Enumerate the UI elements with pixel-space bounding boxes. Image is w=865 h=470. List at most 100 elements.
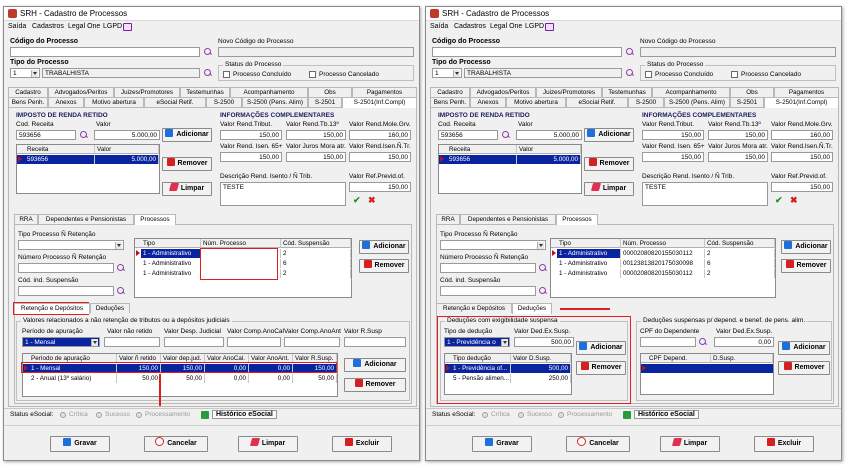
- tab-retencao-depositos[interactable]: Retenção e Depósitos: [436, 303, 512, 313]
- tipo-deducao-combo[interactable]: 1 - Previdência o: [444, 337, 510, 347]
- cancelado-checkbox[interactable]: [309, 71, 316, 78]
- chevron-down-icon[interactable]: [91, 339, 98, 346]
- ded-adicionar-button[interactable]: Adicionar: [576, 341, 626, 355]
- novo-codigo-input[interactable]: [640, 47, 836, 57]
- dependentes-grid[interactable]: CPF Depend. D.Susp.: [640, 353, 774, 395]
- gravar-button[interactable]: Gravar: [472, 436, 532, 452]
- historico-esocial-button[interactable]: Histórico eSocial: [634, 410, 699, 419]
- dep-remover-button[interactable]: Remover: [778, 361, 830, 375]
- tab-s2500-pens[interactable]: S-2500 (Pens. Alim): [242, 97, 308, 107]
- tab-advogados[interactable]: Advogados/Peritos: [48, 87, 114, 97]
- tab-acompanhamento[interactable]: Acompanhamento: [230, 87, 308, 97]
- tab-processos[interactable]: Processos: [134, 214, 176, 225]
- tab-s2501-inf-compl[interactable]: S-2501(Inf.Compl): [342, 97, 417, 108]
- table-row[interactable]: 1 - Previdência of... 500,00: [445, 364, 571, 373]
- tab-testemunhas[interactable]: Testemunhas: [180, 87, 230, 97]
- table-row[interactable]: [641, 364, 773, 373]
- isen-tr-input[interactable]: 150,00: [349, 152, 411, 162]
- search-icon[interactable]: [626, 48, 634, 56]
- tab-rra[interactable]: RRA: [14, 214, 38, 224]
- check-icon[interactable]: ✔: [775, 196, 784, 205]
- vr-trib-input[interactable]: 150,00: [220, 130, 282, 140]
- irr-limpar-button[interactable]: Limpar: [162, 182, 212, 196]
- status-critica-radio[interactable]: [482, 412, 488, 418]
- juros-input[interactable]: 150,00: [708, 152, 768, 162]
- receita-grid[interactable]: Receita Valor 593656 5.000,00: [438, 144, 582, 194]
- num-proc-nret-input[interactable]: [440, 263, 536, 273]
- vnr-input[interactable]: [104, 337, 160, 347]
- tab-motivo-abertura[interactable]: Motivo abertura: [84, 97, 144, 107]
- tab-pagamentos[interactable]: Pagamentos: [352, 87, 417, 97]
- tab-processos[interactable]: Processos: [556, 214, 598, 225]
- prev-input[interactable]: 150,00: [771, 182, 833, 192]
- chevron-down-icon[interactable]: [501, 339, 508, 346]
- tab-pagamentos[interactable]: Pagamentos: [774, 87, 839, 97]
- proc-remover-button[interactable]: Remover: [781, 259, 831, 273]
- search-icon[interactable]: [80, 131, 88, 139]
- excluir-button[interactable]: Excluir: [754, 436, 814, 452]
- menu-legal-one[interactable]: Legal One: [68, 23, 100, 30]
- tipo-proc-nret-combo[interactable]: [18, 240, 124, 250]
- search-icon[interactable]: [117, 287, 125, 295]
- isen65-input[interactable]: 150,00: [220, 152, 282, 162]
- table-row[interactable]: 2 - Anual (13º salário) 50,00 50,00 0,00…: [23, 374, 337, 383]
- tab-esocial-retif[interactable]: eSocial Retif.: [566, 97, 628, 107]
- search-icon[interactable]: [117, 264, 125, 272]
- vdj-input[interactable]: [164, 337, 224, 347]
- search-icon[interactable]: [502, 131, 510, 139]
- table-row[interactable]: 1 - Administrativo 00123813820175030098 …: [551, 259, 775, 268]
- vca-input[interactable]: [227, 337, 281, 347]
- tipo-code-combo[interactable]: 1: [10, 68, 40, 78]
- isen-tr-input[interactable]: 150,00: [771, 152, 833, 162]
- cod-susp-input[interactable]: [18, 286, 114, 296]
- tab-advogados[interactable]: Advogados/Peritos: [470, 87, 536, 97]
- concluido-checkbox[interactable]: [223, 71, 230, 78]
- retencao-grid[interactable]: Período de apuração Valor ñ retido Valor…: [22, 353, 338, 397]
- vr-mole-input[interactable]: 160,00: [349, 130, 411, 140]
- periodo-combo[interactable]: 1 - Mensal: [22, 337, 100, 347]
- concluido-checkbox[interactable]: [645, 71, 652, 78]
- cancelar-button[interactable]: Cancelar: [144, 436, 208, 452]
- table-row[interactable]: 1 - Administrativo 00002080820155030112 …: [551, 269, 775, 278]
- lgpd-icon[interactable]: [545, 23, 554, 31]
- search-icon[interactable]: [626, 69, 634, 77]
- tab-rra[interactable]: RRA: [436, 214, 460, 224]
- tab-s2500-pens[interactable]: S-2500 (Pens. Alim): [664, 97, 730, 107]
- prev-input[interactable]: 150,00: [349, 182, 411, 192]
- vr-tb13-input[interactable]: 150,00: [708, 130, 768, 140]
- num-proc-nret-input[interactable]: [18, 263, 114, 273]
- table-row[interactable]: 1 - Administrativo 00002080820155030112 …: [551, 249, 775, 258]
- cod-receita-input[interactable]: 593656: [16, 130, 76, 140]
- chevron-down-icon[interactable]: [31, 70, 38, 77]
- tab-s2501-inf-compl[interactable]: S-2501(Inf.Compl): [764, 97, 839, 108]
- tab-testemunhas[interactable]: Testemunhas: [602, 87, 652, 97]
- status-processamento-radio[interactable]: [136, 412, 142, 418]
- tab-deducoes[interactable]: Deduções: [512, 303, 552, 314]
- tab-obs[interactable]: Obs: [308, 87, 352, 97]
- dep-adicionar-button[interactable]: Adicionar: [778, 341, 830, 355]
- irr-adicionar-button[interactable]: Adicionar: [584, 128, 634, 142]
- vcaa-input[interactable]: [284, 337, 340, 347]
- menu-saida[interactable]: Saída: [430, 23, 448, 30]
- menu-lgpd[interactable]: LGPD: [103, 23, 122, 30]
- lgpd-icon[interactable]: [123, 23, 132, 31]
- excluir-button[interactable]: Excluir: [332, 436, 392, 452]
- descricao-input[interactable]: TESTE: [220, 182, 346, 206]
- valor-input[interactable]: 5.000,00: [94, 130, 160, 140]
- menu-legal-one[interactable]: Legal One: [490, 23, 522, 30]
- proc-remover-button[interactable]: Remover: [359, 259, 409, 273]
- irr-remover-button[interactable]: Remover: [162, 157, 212, 171]
- vr-mole-input[interactable]: 160,00: [771, 130, 833, 140]
- irr-remover-button[interactable]: Remover: [584, 157, 634, 171]
- tab-juizes[interactable]: Juizes/Promotores: [114, 87, 180, 97]
- cod-receita-input[interactable]: 593656: [438, 130, 498, 140]
- table-row[interactable]: 5 - Pensão alimen... 250,00: [445, 374, 571, 383]
- cancelado-checkbox[interactable]: [731, 71, 738, 78]
- status-processamento-radio[interactable]: [558, 412, 564, 418]
- tab-cadastro[interactable]: Cadastro: [8, 87, 48, 97]
- ret-adicionar-button[interactable]: Adicionar: [344, 358, 406, 372]
- table-row[interactable]: 593656 5.000,00: [439, 155, 581, 164]
- tab-dependentes[interactable]: Dependentes e Pensionistas: [460, 214, 556, 224]
- codigo-input[interactable]: [10, 47, 200, 57]
- historico-esocial-button[interactable]: Histórico eSocial: [212, 410, 277, 419]
